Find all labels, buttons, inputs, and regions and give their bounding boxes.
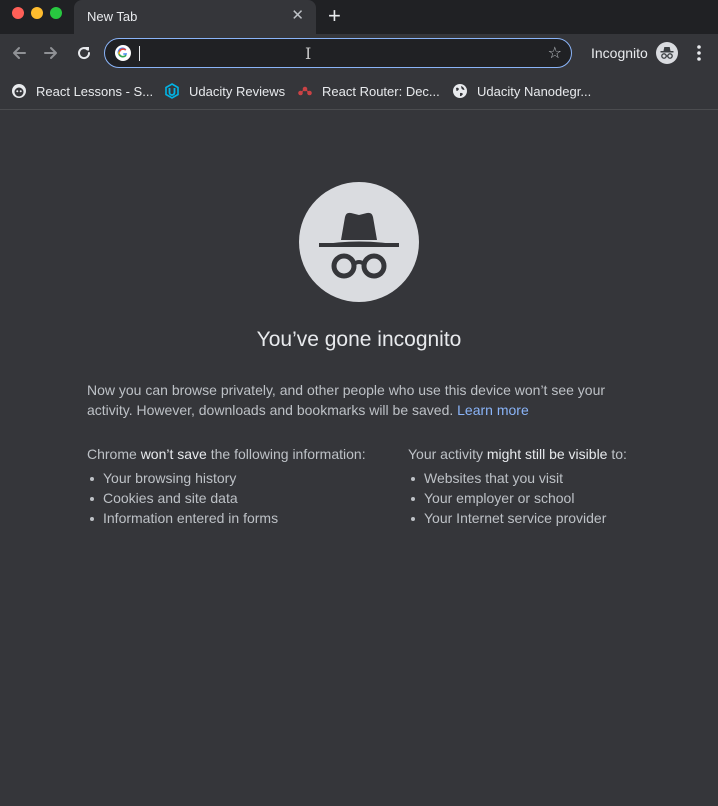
google-g-icon — [115, 45, 131, 61]
list-item: Your Internet service provider — [408, 508, 708, 528]
still-visible-heading: Your activity might still be visible to: — [408, 444, 708, 464]
window-minimize-button[interactable] — [31, 7, 43, 19]
window-close-button[interactable] — [12, 7, 24, 19]
bookmark-label: Udacity Reviews — [189, 83, 286, 99]
wont-save-emphasis: won’t save — [140, 446, 207, 462]
arrow-left-icon[interactable] — [8, 42, 30, 64]
still-visible-section: Your activity might still be visible to:… — [408, 444, 708, 528]
plus-icon[interactable]: + — [328, 4, 341, 28]
list-item: Your employer or school — [408, 488, 708, 508]
globe-icon — [453, 84, 467, 98]
close-icon[interactable]: ✕ — [291, 7, 304, 25]
toolbar: I ☆ Incognito — [0, 34, 718, 72]
bookmark-udacity-reviews[interactable]: Udacity Reviews — [164, 82, 285, 100]
still-visible-prefix: Your activity — [408, 446, 483, 462]
wont-save-heading: Chrome won’t save the following informat… — [87, 444, 387, 464]
window-zoom-button[interactable] — [50, 7, 62, 19]
bookmark-label: React Router: Dec... — [322, 83, 440, 99]
list-item: Information entered in forms — [87, 508, 387, 528]
udacity-favicon — [165, 83, 179, 99]
title-bar: New Tab ✕ + — [0, 0, 718, 34]
learn-more-link[interactable]: Learn more — [457, 402, 529, 418]
address-bar[interactable]: I ☆ — [104, 38, 572, 68]
ibeam-cursor-icon: I — [305, 44, 312, 63]
more-vert-icon[interactable] — [695, 43, 703, 63]
bookmark-udacity-nanodegree[interactable]: Udacity Nanodegr... — [452, 82, 591, 100]
bookmarks-bar: React Lessons - S... Udacity Reviews Rea… — [0, 72, 718, 110]
bookmark-label: React Lessons - S... — [36, 83, 154, 99]
star-icon[interactable]: ☆ — [548, 43, 562, 63]
bookmark-label: Udacity Nanodegr... — [477, 83, 592, 99]
list-item: Websites that you visit — [408, 468, 708, 488]
monkey-favicon — [12, 84, 26, 98]
incognito-page: You’ve gone incognito Now you can browse… — [0, 110, 718, 806]
wont-save-prefix: Chrome — [87, 446, 137, 462]
wont-save-suffix: the following information: — [210, 446, 366, 462]
still-visible-list: Websites that you visit Your employer or… — [408, 468, 708, 528]
arrow-right-icon[interactable] — [40, 42, 62, 64]
wont-save-list: Your browsing history Cookies and site d… — [87, 468, 387, 528]
page-title: You’ve gone incognito — [256, 328, 462, 351]
tab-title: New Tab — [87, 9, 138, 24]
react-router-favicon — [298, 86, 312, 96]
bookmark-react-lessons[interactable]: React Lessons - S... — [11, 82, 153, 100]
text-caret — [139, 46, 140, 61]
reload-icon[interactable] — [73, 42, 95, 64]
still-visible-suffix: to: — [611, 446, 627, 462]
profile-label[interactable]: Incognito — [591, 45, 648, 61]
intro-text: Now you can browse privately, and other … — [87, 380, 632, 420]
incognito-icon — [299, 182, 419, 302]
list-item: Your browsing history — [87, 468, 387, 488]
bookmark-react-router[interactable]: React Router: Dec... — [297, 82, 440, 100]
still-visible-emphasis: might still be visible — [486, 446, 608, 462]
tab-new-tab[interactable]: New Tab ✕ — [74, 0, 316, 34]
list-item: Cookies and site data — [87, 488, 387, 508]
wont-save-section: Chrome won’t save the following informat… — [87, 444, 387, 528]
incognito-icon[interactable] — [656, 42, 678, 64]
